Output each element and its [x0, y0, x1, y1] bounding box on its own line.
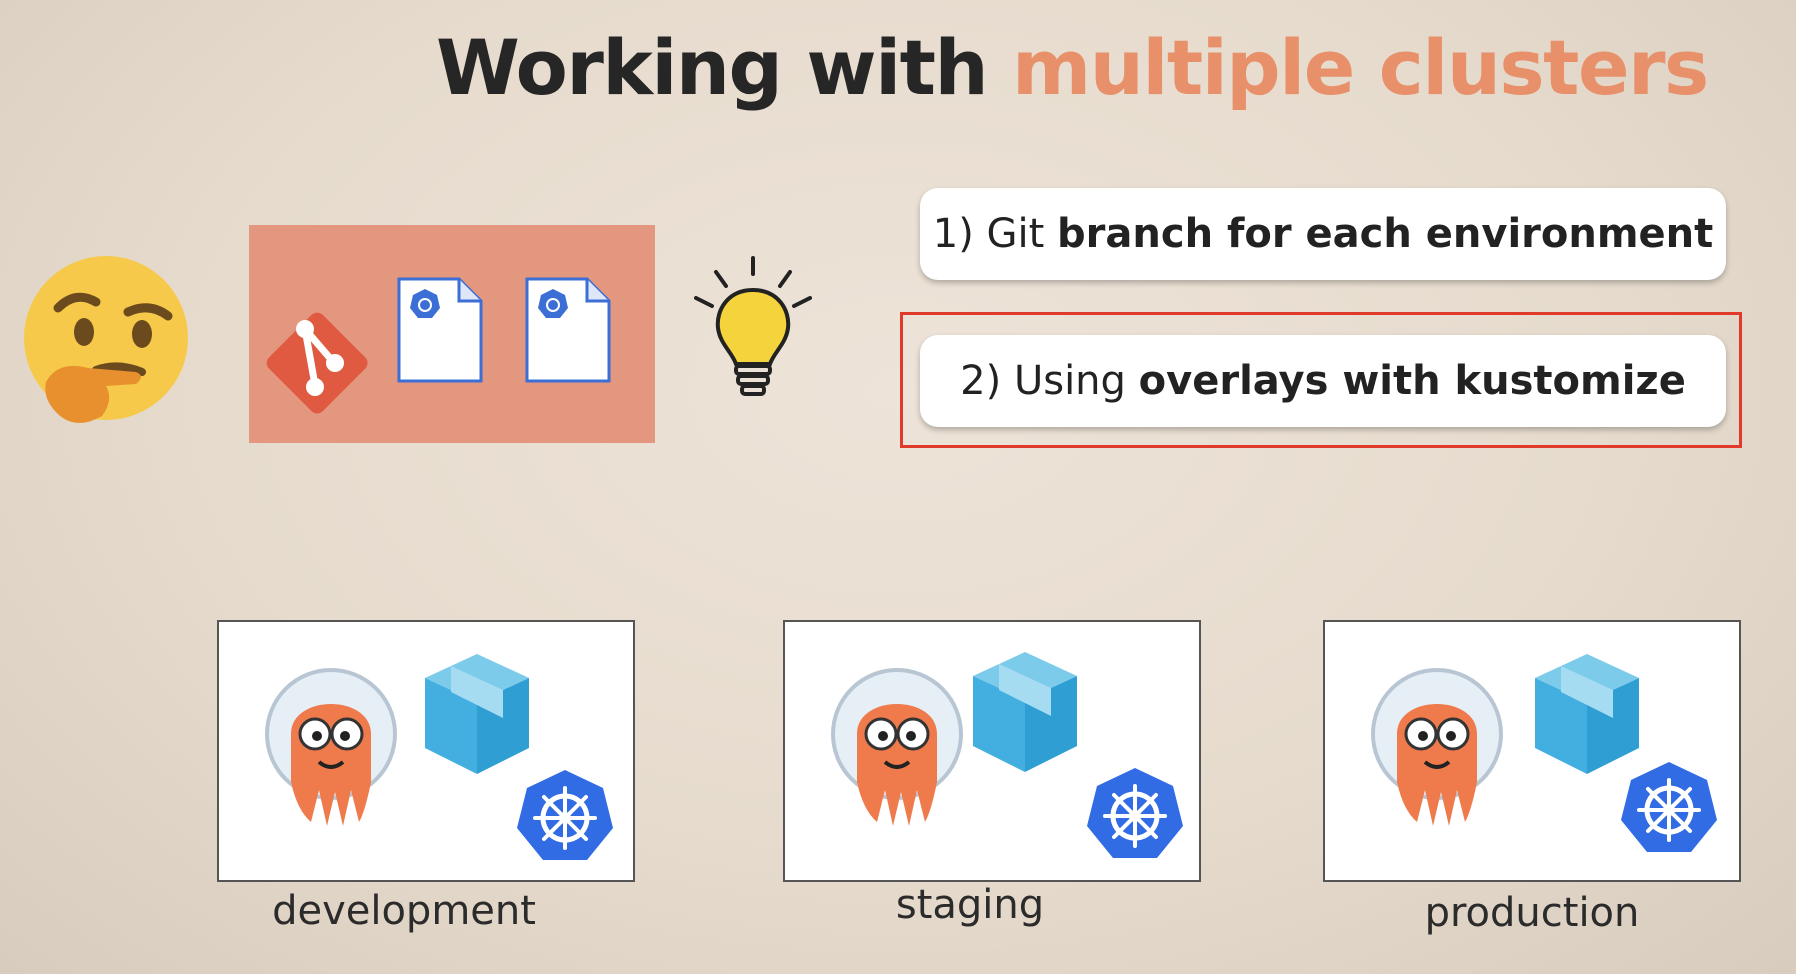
argocd-octopus-icon [265, 668, 397, 826]
package-box-icon [1535, 654, 1639, 774]
git-icon [266, 312, 368, 414]
option-1-number: 1) [932, 211, 974, 257]
cluster-label-staging: staging [895, 882, 1045, 928]
cluster-staging [783, 620, 1201, 882]
slide-title: Working with multiple clusters [436, 22, 1709, 113]
option-1-bold-text: branch for each environment [1057, 211, 1714, 257]
lightbulb-icon [694, 256, 812, 396]
kubernetes-icon [517, 770, 613, 860]
option-1-git-branch: 1) Git branch for each environment [920, 188, 1726, 280]
cluster-label-production: production [1424, 890, 1640, 936]
option-2-bold-text: overlays with kustomize [1138, 358, 1686, 404]
cluster-label-development: development [272, 888, 536, 934]
option-2-normal-text: Using [1013, 358, 1126, 404]
kubernetes-file-icon [397, 277, 483, 383]
option-1-normal-text: Git [986, 211, 1045, 257]
option-2-kustomize-overlays: 2) Using overlays with kustomize [920, 335, 1726, 427]
title-part-2: multiple clusters [1012, 23, 1709, 112]
option-2-number: 2) [960, 358, 1002, 404]
argocd-octopus-icon [1371, 668, 1503, 826]
cluster-production [1323, 620, 1741, 882]
package-box-icon [425, 654, 529, 774]
cluster-development [217, 620, 635, 882]
git-repo-box [249, 225, 655, 443]
package-box-icon [973, 652, 1077, 772]
argocd-octopus-icon [831, 668, 963, 826]
kubernetes-file-icon [525, 277, 611, 383]
kubernetes-icon [1621, 762, 1717, 852]
kubernetes-icon [1087, 768, 1183, 858]
thinking-face-icon [24, 256, 188, 423]
title-part-1: Working with [436, 23, 1013, 112]
